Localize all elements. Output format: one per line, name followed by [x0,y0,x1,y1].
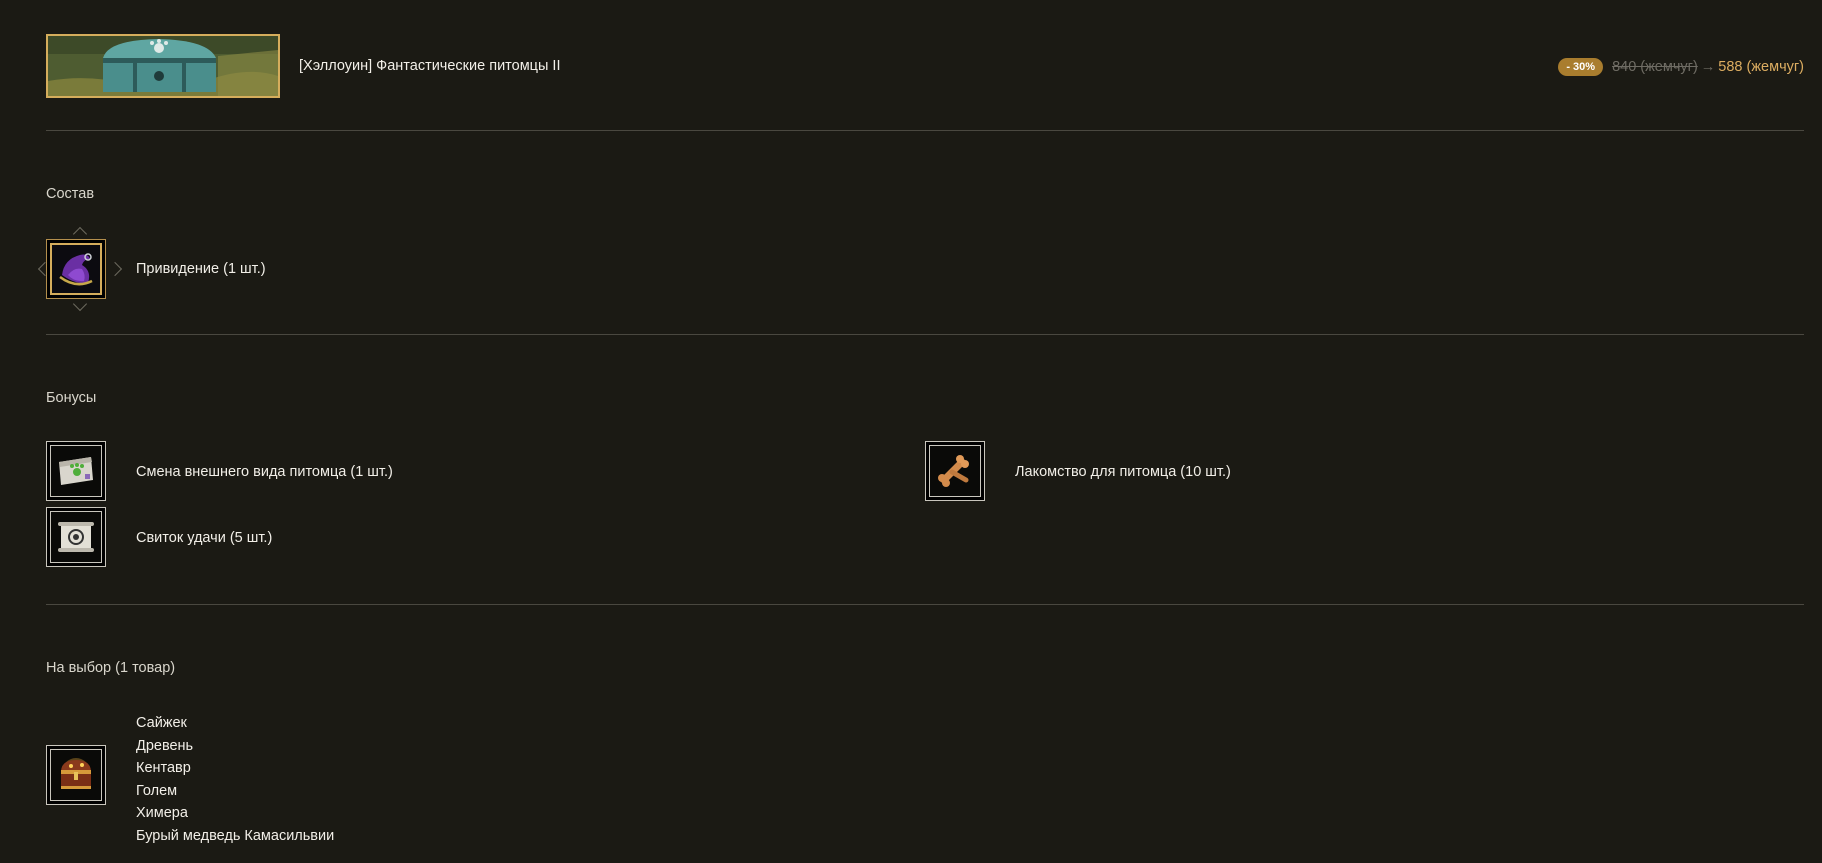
discount-badge: - 30% [1558,58,1604,76]
bonus-item-label: Свиток удачи (5 шт.) [136,530,273,546]
section-divider [46,604,1804,605]
bonus-item-slot[interactable] [46,507,106,567]
choice-option[interactable]: Сайжек [136,712,334,735]
package-header: [Хэллоуин] Фантастические питомцы II - 3… [46,34,1804,98]
bonus-item-label: Лакомство для питомца (10 шт.) [1015,464,1231,480]
pet-appearance-ticket-icon [51,446,101,496]
bonus-item-label: Смена внешнего вида питомца (1 шт.) [136,464,393,480]
choice-option[interactable]: Химера [136,802,334,825]
composition-title: Состав [46,186,95,202]
price-info: - 30% 840 (жемчуг) → 588 (жемчуг) [1558,58,1804,76]
choice-option[interactable]: Древень [136,735,334,758]
choice-option[interactable]: Голем [136,780,334,803]
section-divider [46,334,1804,335]
ghost-item-slot[interactable] [46,239,106,299]
bonus-item-slot[interactable] [46,441,106,501]
choice-option[interactable]: Кентавр [136,757,334,780]
bonuses-title: Бонусы [46,390,97,406]
composition-item-label: Привидение (1 шт.) [136,261,266,277]
package-title: [Хэллоуин] Фантастические питомцы II [299,58,561,74]
price-arrow: → [1700,59,1716,75]
package-banner-image [46,34,280,98]
bonus-item-slot[interactable] [925,441,985,501]
choice-item-slot[interactable] [46,745,106,805]
luck-scroll-icon [51,512,101,562]
pet-treat-bone-icon [930,446,980,496]
witch-hat-icon [52,245,100,293]
choice-title: На выбор (1 товар) [46,660,176,676]
choice-option[interactable]: Бурый медведь Камасильвии [136,825,334,848]
section-divider [46,130,1804,131]
choice-options-list: Сайжек Древень Кентавр Голем Химера Буры… [136,712,334,847]
treasure-chest-icon [51,750,101,800]
new-price: 588 (жемчуг) [1718,59,1804,75]
frame-ornament [107,261,123,277]
old-price: 840 (жемчуг) [1612,59,1698,75]
frame-ornament [72,296,88,312]
